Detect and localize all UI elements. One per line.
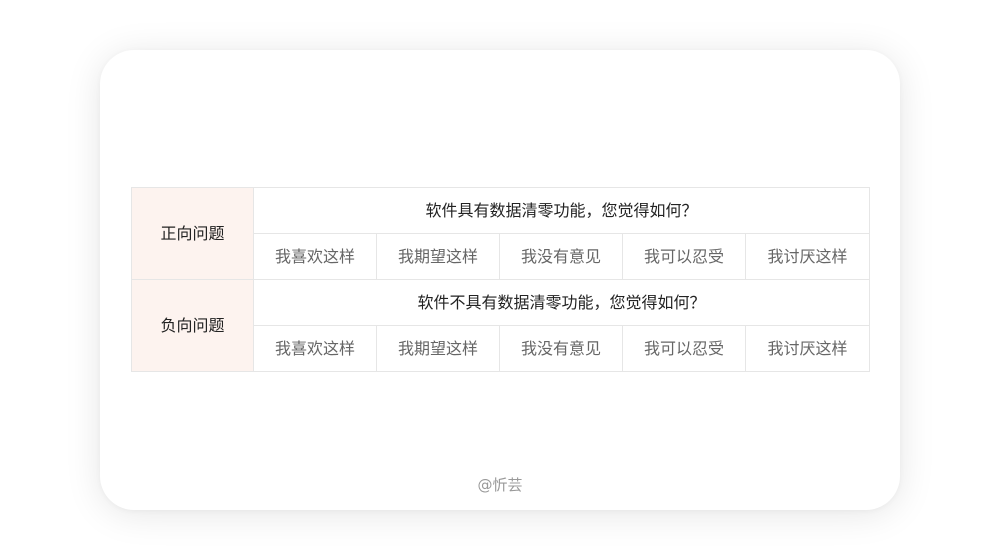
positive-option-neutral: 我没有意见 <box>499 233 623 280</box>
positive-question-label: 正向问题 <box>131 187 254 280</box>
kano-question-table: 正向问题 软件具有数据清零功能，您觉得如何？ 我喜欢这样 我期望这样 我没有意见… <box>131 187 871 372</box>
negative-question-text: 软件不具有数据清零功能，您觉得如何？ <box>252 279 871 326</box>
negative-option-dislike: 我讨厌这样 <box>744 325 871 372</box>
positive-option-dislike: 我讨厌这样 <box>744 233 871 280</box>
table-row-positive-question: 正向问题 软件具有数据清零功能，您觉得如何？ <box>131 187 871 280</box>
table-row-negative-question: 负向问题 软件不具有数据清零功能，您觉得如何？ <box>131 279 871 372</box>
author-watermark: @忻芸 <box>477 476 523 494</box>
negative-option-tolerate: 我可以忍受 <box>622 325 746 372</box>
negative-question-label: 负向问题 <box>131 279 254 372</box>
negative-option-neutral: 我没有意见 <box>499 325 623 372</box>
negative-option-expect: 我期望这样 <box>376 325 500 372</box>
positive-option-expect: 我期望这样 <box>376 233 500 280</box>
positive-option-tolerate: 我可以忍受 <box>622 233 746 280</box>
positive-option-like: 我喜欢这样 <box>253 233 377 280</box>
card: 正向问题 软件具有数据清零功能，您觉得如何？ 我喜欢这样 我期望这样 我没有意见… <box>100 50 900 510</box>
positive-question-text: 软件具有数据清零功能，您觉得如何？ <box>252 187 871 234</box>
negative-option-like: 我喜欢这样 <box>253 325 377 372</box>
